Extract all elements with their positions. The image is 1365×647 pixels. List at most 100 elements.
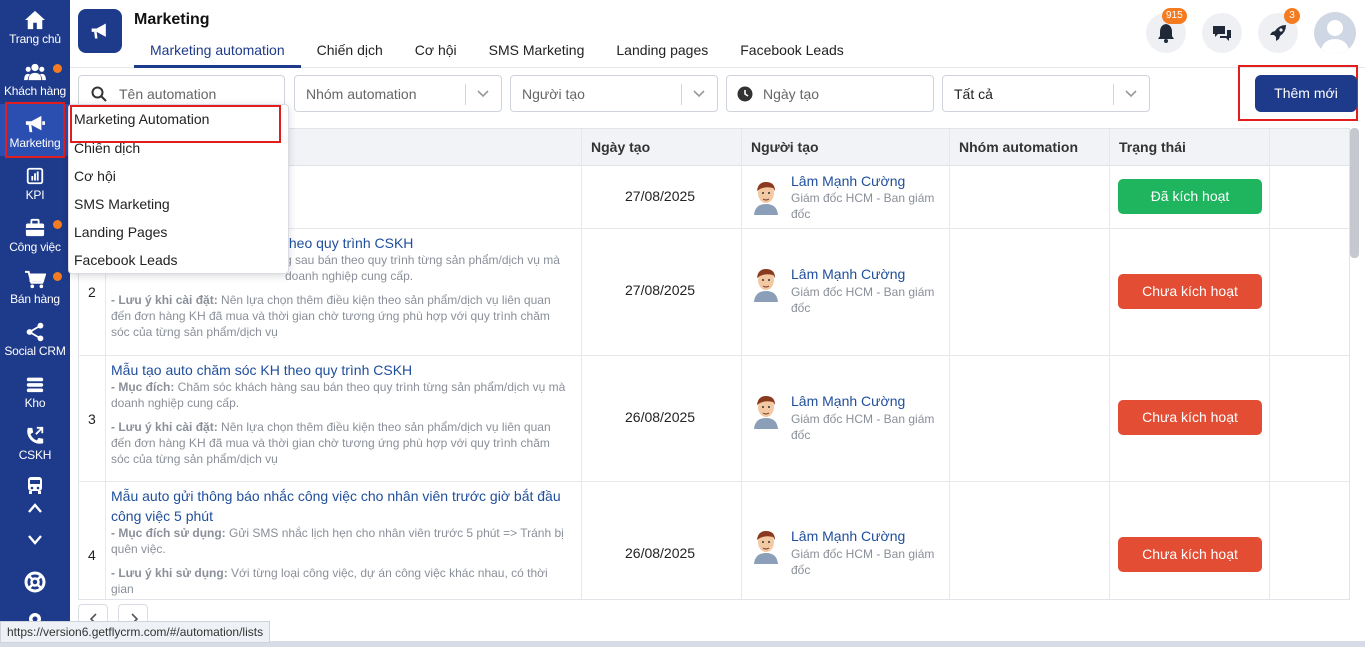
menu-item-sms-marketing[interactable]: SMS Marketing [74,196,170,212]
column-header-creator[interactable]: Người tạo [751,139,819,155]
column-divider [949,129,950,599]
table-scrollbar[interactable] [1350,128,1359,258]
notification-dot [53,64,62,73]
chevron-up-icon[interactable] [27,502,43,514]
creator-name-link[interactable]: Lâm Mạnh Cường [791,393,905,409]
menu-item-facebook-leads[interactable]: Facebook Leads [74,252,178,268]
date-picker[interactable]: Ngày tạo [726,75,934,112]
note-text: - Lưu ý khi sử dụng: Với từng loại công … [111,565,571,597]
note-label: - Lưu ý khi cài đặt: [111,293,218,307]
automation-title-link[interactable]: theo quy trình CSKH [285,233,571,253]
creator-name-link[interactable]: Lâm Mạnh Cường [791,528,905,544]
user-avatar[interactable] [1314,12,1356,54]
tab-campaigns[interactable]: Chiến dịch [301,40,399,68]
messages-button[interactable] [1202,13,1242,53]
sidebar-item-sales[interactable]: Bán hàng [0,264,70,314]
sidebar-item-label: Bán hàng [10,292,60,306]
search-placeholder: Tên automation [119,86,217,102]
chat-icon [1213,26,1231,41]
creator-avatar [754,269,778,302]
row-number: 2 [88,284,96,300]
sidebar-item-home[interactable]: Trang chủ [0,4,70,54]
note-text: - Lưu ý khi cài đặt: Nên lựa chọn thêm đ… [111,419,571,467]
notifications-button[interactable]: 915 [1146,8,1187,53]
chevron-down-icon [693,90,705,98]
sidebar-item-label: Social CRM [4,344,66,358]
user-silhouette-icon [1320,20,1350,54]
sidebar-item-tasks[interactable]: Công việc [0,212,70,262]
tab-landing-pages[interactable]: Landing pages [600,40,724,68]
sidebar-item-warehouse[interactable]: Kho [0,368,70,418]
tab-sms-marketing[interactable]: SMS Marketing [473,40,601,68]
automation-title-link[interactable]: Mẫu tạo auto chăm sóc KH theo quy trình … [111,360,571,380]
tab-facebook-leads[interactable]: Facebook Leads [724,40,860,68]
menu-item-opportunities[interactable]: Cơ hội [74,168,116,184]
status-select-value: Tất cả [954,86,993,102]
chevron-down-icon [477,90,489,98]
table-row[interactable]: 3 Mẫu tạo auto chăm sóc KH theo quy trìn… [79,356,1349,482]
status-badge-active[interactable]: Đã kích hoạt [1118,179,1262,214]
notification-dot [53,272,62,281]
column-divider [1109,129,1110,599]
bell-icon [1158,24,1174,43]
tab-marketing-automation[interactable]: Marketing automation [134,40,301,68]
automation-description: - Mục đích: Chăm sóc khách hàng sau bán … [111,379,571,467]
column-divider [741,129,742,599]
group-select[interactable]: Nhóm automation [294,75,502,112]
creator-name-link[interactable]: Lâm Mạnh Cường [791,173,905,189]
purpose-label: - Mục đích: [111,380,175,394]
sidebar-item-label: Trang chủ [9,32,61,46]
sidebar-item-label: Công việc [9,240,61,254]
row-number: 4 [88,547,96,563]
sidebar-item-customers[interactable]: Khách hàng [0,56,70,106]
rocket-icon [1270,25,1286,41]
divider [465,84,466,105]
creator-role: Giám đốc HCM - Ban giám đốc [791,547,935,577]
cart-icon [25,270,46,289]
date-placeholder: Ngày tạo [763,86,820,102]
support-icon[interactable] [24,571,46,593]
creator-name-link[interactable]: Lâm Mạnh Cường [791,266,905,282]
purpose-text: - Mục đích: Chăm sóc khách hàng sau bán … [111,379,571,411]
quick-actions-button[interactable]: 3 [1258,8,1300,53]
sidebar-item-social-crm[interactable]: Social CRM [0,316,70,366]
chevron-down-icon[interactable] [27,534,43,546]
creator-avatar [754,182,778,215]
row-number: 3 [88,411,96,427]
creator-select[interactable]: Người tạo [510,75,718,112]
bus-icon[interactable] [25,475,45,495]
status-badge-inactive[interactable]: Chưa kích hoạt [1118,274,1262,309]
notification-count-badge: 915 [1162,8,1187,24]
marketing-app-logo [78,9,122,53]
column-header-status[interactable]: Trạng thái [1119,139,1186,155]
status-select[interactable]: Tất cả [942,75,1150,112]
page-title: Marketing [134,11,210,28]
column-divider [581,129,582,599]
chevron-down-icon [1125,90,1137,98]
home-icon [25,10,45,30]
status-badge-inactive[interactable]: Chưa kích hoạt [1118,537,1262,572]
status-badge-inactive[interactable]: Chưa kích hoạt [1118,400,1262,435]
automation-title-link[interactable]: Mẫu auto gửi thông báo nhắc công việc ch… [111,486,571,526]
group-placeholder: Nhóm automation [306,86,417,102]
sidebar-item-cskh[interactable]: CSKH [0,420,70,470]
sidebar: Trang chủ Khách hàng Marketing KPI Công … [0,0,70,647]
rocket-count-badge: 3 [1284,8,1300,24]
sidebar-item-kpi[interactable]: KPI [0,160,70,210]
clock-icon [737,86,753,102]
table-row[interactable]: 4 Mẫu auto gửi thông báo nhắc công việc … [79,482,1349,599]
sidebar-item-label: CSKH [18,448,52,462]
column-header-group[interactable]: Nhóm automation [959,139,1078,155]
marketing-highlight-box [5,102,65,158]
purpose-text: - Mục đích sử dụng: Gửi SMS nhắc lịch hẹ… [111,525,571,557]
status-bar-url: https://version6.getflycrm.com/#/automat… [0,621,271,643]
tab-opportunities[interactable]: Cơ hội [399,40,473,68]
add-new-button[interactable]: Thêm mới [1255,75,1357,112]
menu-item-landing-pages[interactable]: Landing Pages [74,224,167,240]
column-header-date[interactable]: Ngày tạo [591,139,650,155]
column-divider [1269,129,1270,599]
creator-avatar [754,396,778,429]
megaphone-icon [91,23,106,39]
warehouse-icon [26,377,44,393]
creator-role: Giám đốc HCM - Ban giám đốc [791,191,935,221]
